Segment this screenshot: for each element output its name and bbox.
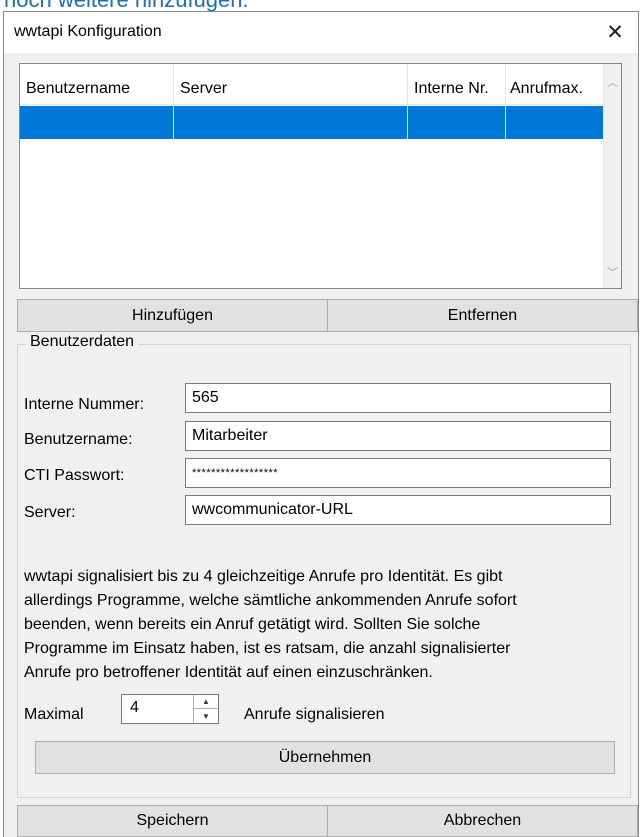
info-line: Programme im Einsatz haben, ist es ratsa… (24, 640, 511, 657)
column-header-max-calls[interactable]: Anrufmax. (506, 64, 605, 104)
window-title: wwtapi Konfiguration (14, 23, 162, 40)
server-label: Server: (24, 504, 76, 521)
list-cell (20, 106, 174, 139)
stepper-buttons: ▲ ▼ (193, 695, 218, 723)
stepper-up-icon[interactable]: ▲ (194, 695, 218, 709)
remove-button[interactable]: Entfernen (327, 299, 638, 332)
internal-number-label: Interne Nummer: (24, 396, 145, 413)
server-input[interactable]: wwcommunicator-URL (185, 495, 611, 525)
save-button[interactable]: Speichern (17, 805, 328, 837)
info-paragraph: wwtapi signalisiert bis zu 4 gleichzeiti… (24, 565, 624, 685)
list-cell (408, 106, 506, 139)
info-line: allerdings Programme, welche sämtliche a… (24, 592, 517, 609)
column-header-username[interactable]: Benutzername (20, 64, 174, 104)
scroll-down-icon[interactable]: ﹀ (604, 264, 621, 280)
list-header: Benutzername Server Interne Nr. Anrufmax… (20, 64, 605, 105)
list-cell (506, 106, 605, 139)
info-line: beenden, wenn bereits ein Anruf getätigt… (24, 616, 481, 633)
config-dialog: wwtapi Konfiguration ✕ Benutzername Serv… (3, 11, 639, 837)
max-calls-stepper[interactable]: 4 ▲ ▼ (121, 694, 219, 724)
list-scrollbar[interactable]: ︿ ﹀ (603, 64, 621, 288)
cancel-button[interactable]: Abbrechen (327, 805, 638, 837)
title-bar: wwtapi Konfiguration ✕ (4, 12, 638, 53)
column-header-internal-number[interactable]: Interne Nr. (408, 64, 506, 104)
scroll-up-icon[interactable]: ︿ (604, 74, 621, 90)
group-legend: Benutzerdaten (26, 333, 139, 351)
username-label: Benutzername: (24, 431, 133, 448)
info-line: wwtapi signalisiert bis zu 4 gleichzeiti… (24, 568, 503, 585)
list-row-selected[interactable] (20, 106, 605, 139)
user-list[interactable]: Benutzername Server Interne Nr. Anrufmax… (19, 63, 622, 289)
close-icon[interactable]: ✕ (592, 12, 638, 53)
password-label: CTI Passwort: (24, 467, 125, 484)
max-calls-value[interactable]: 4 (130, 699, 139, 717)
password-input[interactable]: ****************** (185, 458, 611, 488)
max-calls-suffix-label: Anrufe signalisieren (244, 706, 385, 723)
stepper-down-icon[interactable]: ▼ (194, 709, 218, 723)
add-button[interactable]: Hinzufügen (17, 299, 328, 332)
info-line: Anrufe pro betroffener Identität auf ein… (24, 664, 433, 681)
column-header-server[interactable]: Server (174, 64, 408, 104)
max-calls-prefix-label: Maximal (24, 706, 84, 723)
apply-button[interactable]: Übernehmen (35, 741, 615, 774)
username-input[interactable]: Mitarbeiter (185, 421, 611, 451)
internal-number-input[interactable]: 565 (185, 383, 611, 413)
list-cell (174, 106, 408, 139)
